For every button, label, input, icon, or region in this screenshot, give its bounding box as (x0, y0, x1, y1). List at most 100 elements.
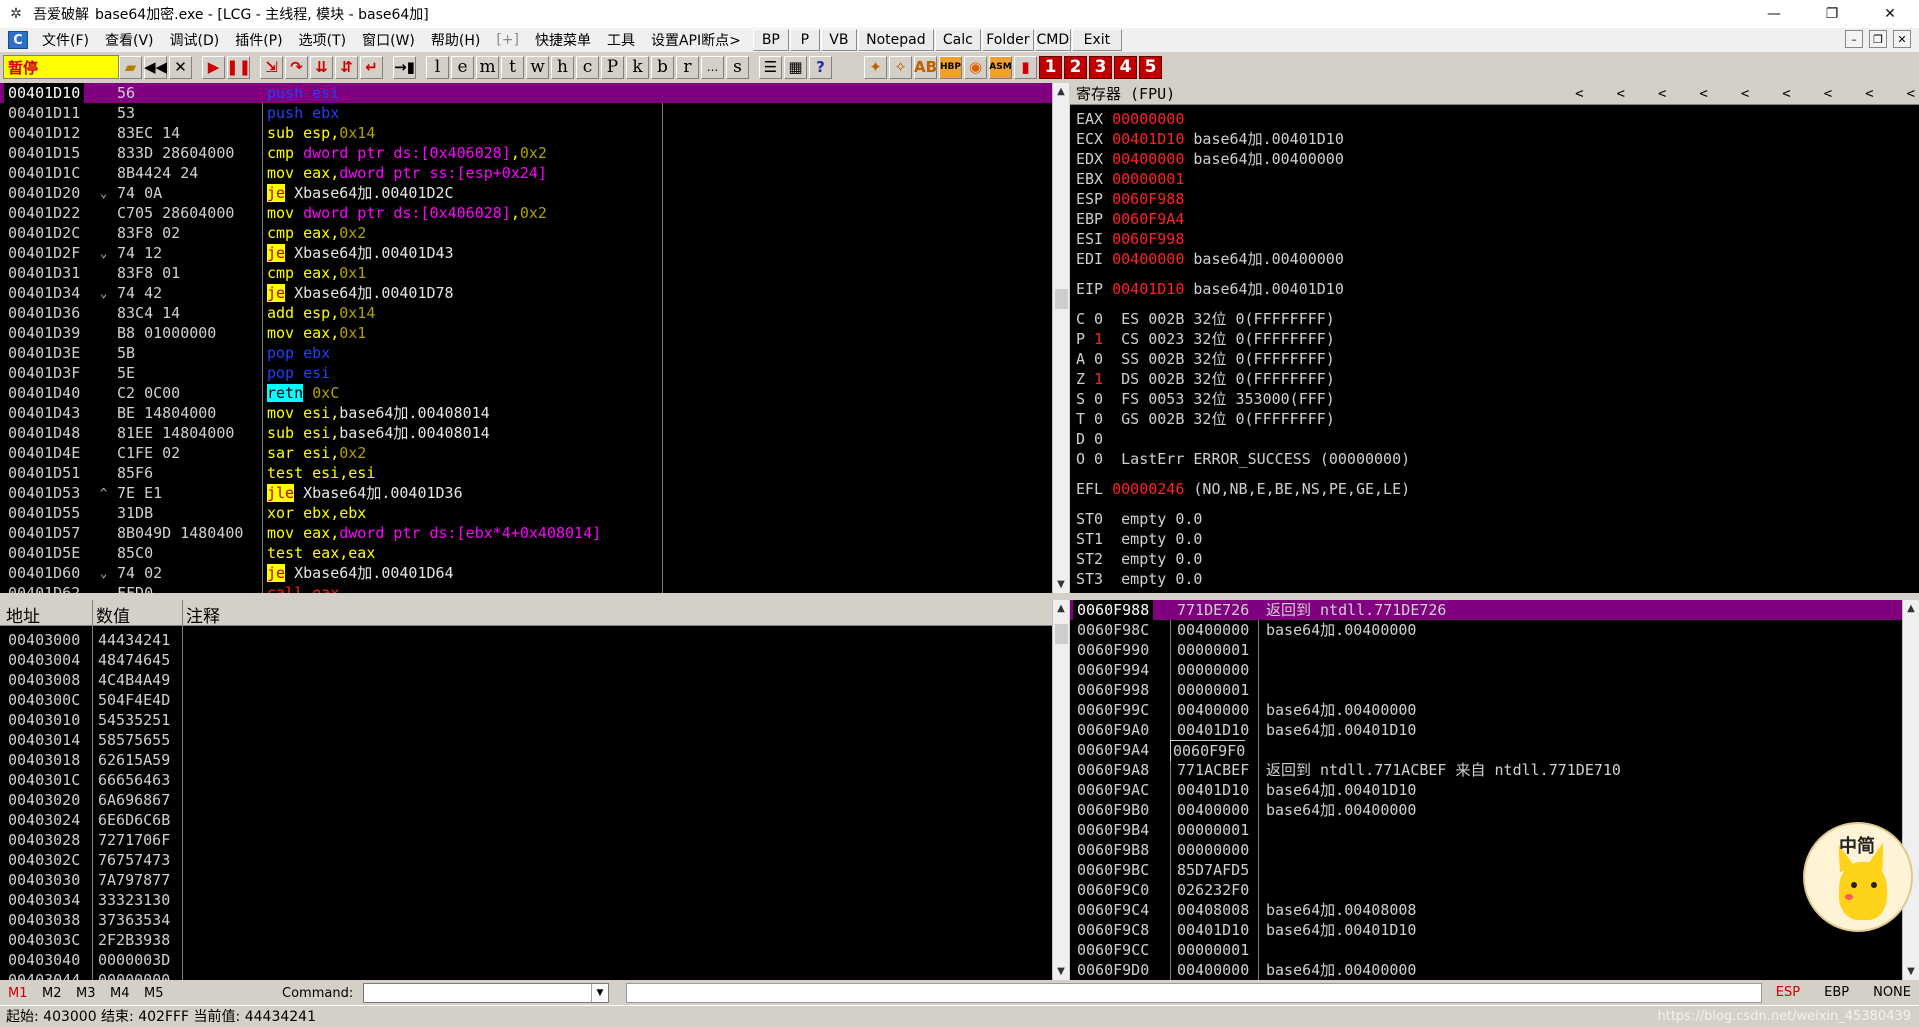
register-line[interactable]: T 0 GS 002B 32位 0(FFFFFFFF) (1076, 409, 1335, 429)
window-button-P[interactable]: P (601, 55, 624, 79)
register-line[interactable]: S 0 FS 0053 32位 353000(FFF) (1076, 389, 1335, 409)
disassembly-row[interactable]: 00401D51 85F6 test esi,esi (0, 463, 1052, 483)
window-button-r[interactable]: r (676, 55, 699, 79)
disassembly-row[interactable]: 00401D22 C705 28604000 mov dword ptr ds:[0… (0, 203, 1052, 223)
register-line[interactable]: P 1 CS 0023 32位 0(FFFFFFFF) (1076, 329, 1335, 349)
disassembly-scrollbar-2[interactable]: ▲ ▼ (1052, 83, 1069, 593)
dump-col-comment[interactable]: 注释 (186, 602, 220, 627)
asm-button[interactable]: ASM (989, 55, 1012, 79)
disassembly-row[interactable]: 00401D3F 5E pop esi (0, 363, 1052, 383)
disassembly-row[interactable]: 00401D20 ⌄ 74 0A je Xbase64加.00401D2C (0, 183, 1052, 203)
chevron-left-icon[interactable]: < (1824, 83, 1832, 105)
window-button-l[interactable]: l (426, 55, 449, 79)
window-button-b[interactable]: b (651, 55, 674, 79)
close-button[interactable]: ✕ (1861, 0, 1919, 28)
list-icon[interactable]: ☰ (759, 55, 782, 79)
stack-row[interactable]: 0060F9BC 85D7AFD5 (1070, 860, 1919, 880)
window-button-k[interactable]: k (626, 55, 649, 79)
register-line[interactable]: ST2 empty 0.0 (1076, 549, 1202, 569)
register-line[interactable]: EBX 00000001 (1076, 169, 1184, 189)
disassembly-row[interactable]: 00401D4E C1FE 02 sar esi,0x2 (0, 443, 1052, 463)
register-line[interactable]: ST1 empty 0.0 (1076, 529, 1202, 549)
execute-till-return-icon[interactable]: ↵ (360, 55, 383, 79)
plugin-button-exit[interactable]: Exit (1071, 29, 1122, 51)
registers-pane[interactable]: 寄存器 (FPU) < < < < < < < < < EAX 00000000 ECX 0040… (1070, 83, 1919, 593)
memory-dump-pane[interactable]: 地址 数值 注释 00403000 44434241 00403004 4847464… (0, 600, 1052, 980)
disassembly-row[interactable]: 00401D3E 5B pop ebx (0, 343, 1052, 363)
pause-icon[interactable]: ❚❚ (226, 55, 251, 79)
close-icon[interactable]: ✕ (169, 55, 192, 79)
stack-row[interactable]: 0060F998 00000001 (1070, 680, 1919, 700)
window-button-t[interactable]: t (501, 55, 524, 79)
plugin-icon-3[interactable]: AB (914, 55, 937, 79)
goto-icon[interactable]: →▮ (393, 55, 416, 79)
disassembly-pane[interactable]: 00401D10 56 push esi 00401D11 53 push ebx 0040… (0, 83, 1052, 593)
stack-row[interactable]: 0060F9B8 00000000 (1070, 840, 1919, 860)
window-button-c[interactable]: c (576, 55, 599, 79)
plugin-button-p[interactable]: P (789, 29, 820, 51)
stack-row[interactable]: 0060F9B0 00400000 base64加.00400000 (1070, 800, 1919, 820)
mark-m1[interactable]: M1 (8, 986, 34, 1001)
disassembly-row[interactable]: 00401D12 83EC 14 sub esp,0x14 (0, 123, 1052, 143)
register-line[interactable]: EAX 00000000 (1076, 109, 1184, 129)
number-button-3[interactable]: 3 (1089, 55, 1112, 79)
register-line[interactable]: EDI 00400000 base64加.00400000 (1076, 249, 1344, 269)
window-button-e[interactable]: e (451, 55, 474, 79)
disassembly-row[interactable]: 00401D60 ⌄ 74 02 je Xbase64加.00401D64 (0, 563, 1052, 583)
disassembly-row[interactable]: 00401D55 31DB xor ebx,ebx (0, 503, 1052, 523)
mark-m3[interactable]: M3 (76, 986, 102, 1001)
menu-item[interactable]: 调试(D) (162, 28, 228, 52)
disassembly-row[interactable]: 00401D11 53 push ebx (0, 103, 1052, 123)
menu-item[interactable]: 窗口(W) (354, 28, 423, 52)
register-line[interactable]: Z 1 DS 002B 32位 0(FFFFFFFF) (1076, 369, 1335, 389)
stack-row[interactable]: 0060F990 00000001 (1070, 640, 1919, 660)
menu-item[interactable]: 插件(P) (227, 28, 290, 52)
disassembly-row[interactable]: 00401D10 56 push esi (0, 83, 1052, 103)
disassembly-row[interactable]: 00401D34 ⌄ 74 42 je Xbase64加.00401D78 (0, 283, 1052, 303)
plugin-button-folder[interactable]: Folder (981, 29, 1034, 51)
window-button-more[interactable]: ... (701, 55, 724, 79)
options-icon[interactable]: ▦ (784, 55, 807, 79)
number-button-2[interactable]: 2 (1064, 55, 1087, 79)
open-icon[interactable]: ▰ (119, 55, 142, 79)
number-button-1[interactable]: 1 (1039, 55, 1062, 79)
scroll-down-icon[interactable]: ▼ (1053, 576, 1069, 593)
disassembly-row[interactable]: 00401D43 BE 14804000 mov esi,base64加.00408… (0, 403, 1052, 423)
chevron-left-icon[interactable]: < (1617, 83, 1625, 105)
register-line[interactable]: EIP 00401D10 base64加.00401D10 (1076, 279, 1344, 299)
stack-row[interactable]: 0060F9A4 0060F9F0 (1070, 740, 1919, 761)
disassembly-row[interactable]: 00401D36 83C4 14 add esp,0x14 (0, 303, 1052, 323)
register-line[interactable]: A 0 SS 002B 32位 0(FFFFFFFF) (1076, 349, 1335, 369)
bar-icon[interactable]: ▮ (1014, 55, 1037, 79)
register-line[interactable]: ECX 00401D10 base64加.00401D10 (1076, 129, 1344, 149)
stack-pane[interactable]: 0060F988 771DE726 返回到 ntdll.771DE726 0060F9… (1070, 600, 1919, 980)
trace-into-icon[interactable]: ⇊ (310, 55, 333, 79)
disassembly-row[interactable]: 00401D2F ⌄ 74 12 je Xbase64加.00401D43 (0, 243, 1052, 263)
disassembly-row[interactable]: 00401D15 833D 28604000 cmp dword ptr ds:[0… (0, 143, 1052, 163)
register-line[interactable]: EFL 00000246 (NO,NB,E,BE,NS,PE,GE,LE) (1076, 479, 1410, 499)
dump-scrollbar[interactable]: ▲ ▼ (1052, 600, 1069, 980)
reg-option-esp[interactable]: ESP (1776, 985, 1800, 1000)
dump-col-value[interactable]: 数值 (96, 602, 130, 627)
mark-m4[interactable]: M4 (110, 986, 136, 1001)
chevron-left-icon[interactable]: < (1741, 83, 1749, 105)
disassembly-row[interactable]: 00401D57 8B049D 1480400 mov eax,dword ptr … (0, 523, 1052, 543)
minimize-button[interactable]: — (1745, 0, 1803, 28)
step-into-icon[interactable]: ⇲ (260, 55, 283, 79)
disassembly-row[interactable]: 00401D5E 85C0 test eax,eax (0, 543, 1052, 563)
mark-m5[interactable]: M5 (144, 986, 170, 1001)
window-button-w[interactable]: w (526, 55, 549, 79)
plugin-icon-2[interactable]: ✧ (889, 55, 912, 79)
rewind-icon[interactable]: ◀◀ (144, 55, 167, 79)
hbp-button[interactable]: HBP (939, 55, 962, 79)
register-line[interactable]: ST0 empty 0.0 (1076, 509, 1202, 529)
register-line[interactable]: D 0 (1076, 429, 1112, 449)
disassembly-row[interactable]: 00401D31 83F8 01 cmp eax,0x1 (0, 263, 1052, 283)
registers-header[interactable]: 寄存器 (FPU) < < < < < < < < < (1070, 83, 1919, 105)
plugin-button-bp[interactable]: BP (752, 29, 789, 51)
menu-item[interactable]: 工具 (599, 28, 643, 52)
window-button-s[interactable]: s (726, 55, 749, 79)
register-line[interactable]: ESI 0060F998 (1076, 229, 1184, 249)
menu-item[interactable]: 设置API断点> (643, 28, 749, 52)
chevron-left-icon[interactable]: < (1575, 83, 1583, 105)
